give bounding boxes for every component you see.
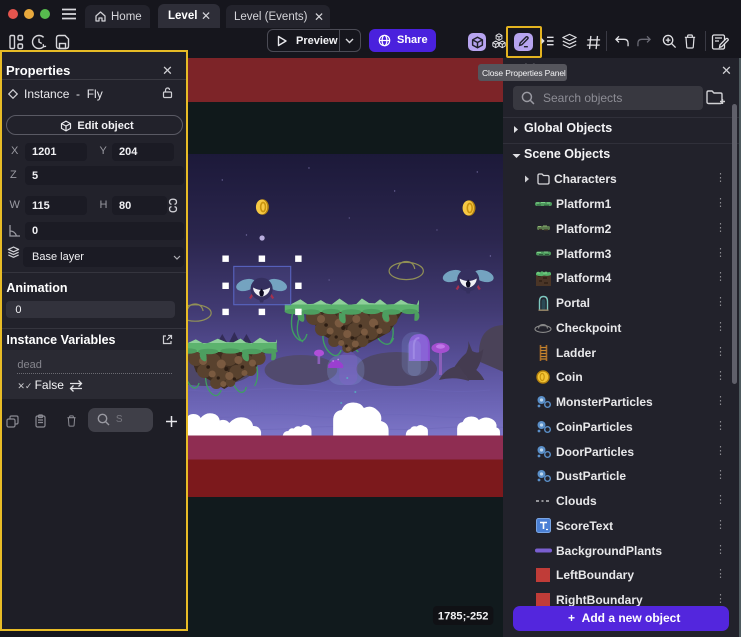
svg-text:1785;-252: 1785;-252 [437,611,487,623]
